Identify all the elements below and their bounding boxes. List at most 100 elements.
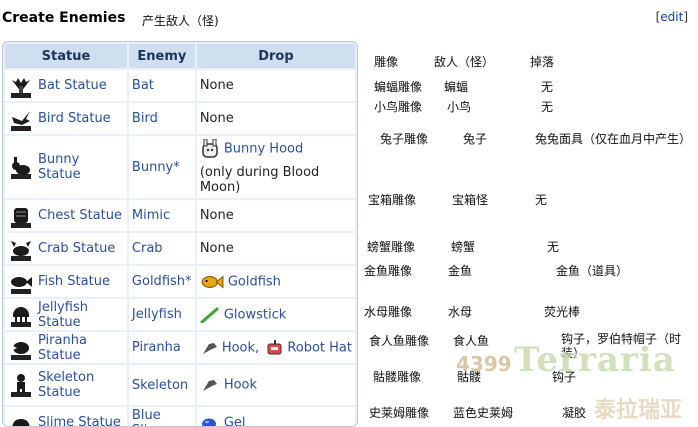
cn-enemy: 蓝色史莱姆 [453, 406, 514, 420]
cn-drop: 无 [535, 193, 548, 207]
table-row: Jellyfish Statue Jellyfish Glowstick [5, 299, 355, 330]
bunny-statue-icon [11, 157, 31, 179]
statue-link[interactable]: Bat Statue [38, 78, 107, 93]
statue-link[interactable]: Skeleton Statue [38, 370, 124, 400]
section-heading-translation: 产生敌人（怪) [142, 14, 219, 28]
cn-statue: 食人鱼雕像 [369, 334, 430, 348]
enemy-link[interactable]: Skeleton [132, 378, 188, 393]
drop-link[interactable]: Glowstick [224, 307, 286, 322]
drop-link[interactable]: Hook [224, 378, 257, 393]
jellyfish-statue-icon [11, 306, 31, 327]
header-enemy: Enemy [128, 44, 195, 68]
section-heading: Create Enemies [2, 10, 126, 26]
cn-enemy: 金鱼 [448, 264, 473, 278]
hook-icon [202, 380, 217, 391]
header-statue: Statue [5, 44, 127, 68]
statue-link[interactable]: Bird Statue [38, 111, 111, 126]
enemy-link[interactable]: Goldfish* [132, 274, 192, 289]
statue-link[interactable]: Chest Statue [38, 208, 122, 223]
cn-statue: 史莱姆雕像 [369, 406, 430, 420]
drop-cell: None [196, 200, 355, 231]
enemy-link[interactable]: Bunny* [132, 160, 180, 175]
drop-link[interactable]: Gel [224, 415, 246, 426]
drop-note: (only during Blood Moon) [199, 165, 320, 195]
drop-link[interactable]: Hook, [222, 340, 259, 355]
goldfish-icon [201, 274, 224, 289]
drop-cell: None [196, 70, 355, 101]
cn-statue: 小鸟雕像 [374, 100, 423, 114]
cn-drop: 金鱼（道具） [556, 264, 629, 278]
drop-link-2[interactable]: Robot Hat [287, 340, 352, 355]
robot-hat-icon [267, 339, 282, 354]
statue-link[interactable]: Bunny Statue [38, 152, 124, 182]
bat-statue-icon [11, 77, 31, 98]
table-row: Skeleton Statue Skeleton Hook [5, 365, 355, 405]
cn-enemy: 螃蟹 [451, 240, 476, 254]
header-drop: Drop [196, 44, 355, 68]
enemy-link[interactable]: Bird [132, 111, 158, 126]
drop-cell: None [196, 103, 355, 134]
cn-statue: 金鱼雕像 [364, 264, 413, 278]
enemy-link[interactable]: Piranha [132, 340, 181, 355]
drop-link[interactable]: Goldfish [228, 274, 281, 289]
cn-enemy: 骷髅 [457, 370, 482, 384]
statue-table-container: Statue Enemy Drop Bat Statue Bat None Bi… [2, 41, 358, 427]
cn-enemy: 食人鱼 [453, 334, 490, 348]
slime-statue-icon [12, 418, 30, 426]
hook-icon [202, 342, 217, 354]
table-row: Crab Statue Crab None [5, 233, 355, 264]
watermark-subtitle: 泰拉瑞亚 [594, 398, 683, 423]
cn-header-statue: 雕像 [374, 55, 399, 69]
cn-statue: 宝箱雕像 [368, 193, 417, 207]
statue-link[interactable]: Slime Statue [38, 415, 121, 426]
table-row: Fish Statue Goldfish* Goldfish [5, 266, 355, 297]
cn-drop: 荧光棒 [544, 305, 581, 319]
table-row: Bat Statue Bat None [5, 70, 355, 101]
statue-link[interactable]: Fish Statue [38, 274, 110, 289]
cn-drop: 兔兔面具（仅在血月中产生） [535, 132, 692, 146]
table-row: Chest Statue Mimic None [5, 200, 355, 231]
bird-statue-icon [11, 110, 31, 131]
fish-statue-icon [11, 276, 32, 294]
cn-enemy: 水母 [448, 305, 473, 319]
cn-drop: 无 [541, 80, 554, 94]
table-row: Bird Statue Bird None [5, 103, 355, 134]
cn-statue: 水母雕像 [364, 305, 413, 319]
cn-drop: 钩子，罗伯特帽子（时装） [561, 332, 682, 360]
statue-link[interactable]: Jellyfish Statue [38, 300, 124, 330]
cn-header-drop: 掉落 [530, 55, 555, 69]
table-header-row: Statue Enemy Drop [5, 44, 355, 68]
statue-link[interactable]: Piranha Statue [38, 333, 124, 363]
cn-drop: 无 [547, 240, 560, 254]
table-row: Slime Statue Blue Slime Gel [5, 407, 355, 427]
enemy-link[interactable]: Blue Slime [132, 408, 168, 427]
enemy-link[interactable]: Mimic [132, 208, 170, 223]
drop-link[interactable]: Bunny Hood [224, 142, 303, 157]
cn-enemy: 宝箱怪 [452, 193, 489, 207]
statue-link[interactable]: Crab Statue [38, 241, 115, 256]
cn-enemy: 兔子 [463, 132, 488, 146]
bunny-hood-icon [202, 139, 218, 158]
enemy-link[interactable]: Jellyfish [132, 307, 182, 322]
cn-statue: 螃蟹雕像 [367, 240, 416, 254]
cn-statue: 兔子雕像 [380, 132, 429, 146]
skeleton-statue-icon [11, 374, 31, 397]
chest-statue-icon [11, 207, 31, 228]
table-row: Bunny Statue Bunny* Bunny Hood (only dur… [5, 136, 355, 198]
cn-statue: 蝙蝠雕像 [374, 80, 423, 94]
gel-icon [201, 418, 216, 426]
cn-enemy: 小鸟 [447, 100, 472, 114]
cn-enemy: 蝙蝠 [444, 80, 469, 94]
enemy-link[interactable]: Bat [132, 78, 154, 93]
statue-table: Statue Enemy Drop Bat Statue Bat None Bi… [3, 42, 357, 427]
cn-drop: 无 [541, 100, 554, 114]
cn-header-enemy: 敌人（怪） [434, 55, 495, 69]
glowstick-icon [200, 307, 219, 323]
cn-drop: 钩子 [552, 370, 577, 384]
edit-link-wrapper: [edit] [655, 10, 688, 24]
edit-link[interactable]: edit [660, 10, 683, 24]
drop-cell: None [196, 233, 355, 264]
crab-statue-icon [11, 240, 31, 261]
cn-drop: 凝胶 [562, 406, 587, 420]
enemy-link[interactable]: Crab [132, 241, 163, 256]
